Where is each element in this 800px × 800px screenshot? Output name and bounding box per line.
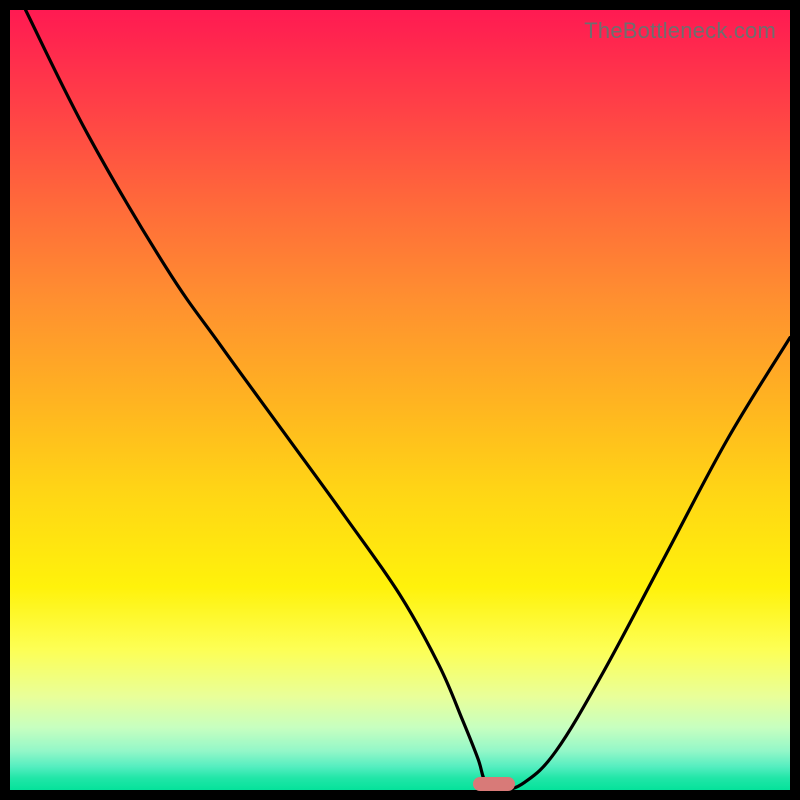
curve-layer — [10, 10, 790, 790]
optimum-marker — [473, 777, 515, 791]
watermark-text: TheBottleneck.com — [584, 18, 776, 44]
chart-frame: TheBottleneck.com — [0, 0, 800, 800]
plot-area: TheBottleneck.com — [10, 10, 790, 790]
bottleneck-curve-path — [26, 10, 790, 790]
